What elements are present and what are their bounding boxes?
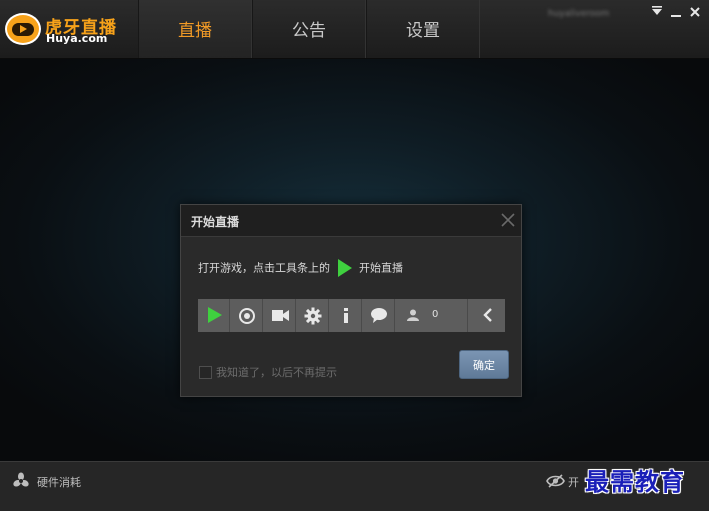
toolbar-collapse-button[interactable] xyxy=(469,299,505,332)
tab-settings[interactable]: 设置 xyxy=(366,0,480,58)
toolbar-viewer-count[interactable]: 0 xyxy=(396,299,468,332)
toolbar-chat-button[interactable] xyxy=(363,299,395,332)
huya-logo-icon xyxy=(5,13,41,45)
dont-remind-label[interactable]: 我知道了，以后不再提示 xyxy=(216,364,337,380)
dropdown-arrow-icon[interactable] xyxy=(649,5,664,21)
confirm-button[interactable]: 确定 xyxy=(459,350,509,379)
play-icon xyxy=(338,258,352,277)
record-icon xyxy=(239,308,255,324)
account-name[interactable]: huyaliveroom xyxy=(548,9,638,21)
logo-subtext: Huya.com xyxy=(46,32,108,45)
dialog-close-icon[interactable] xyxy=(499,211,517,229)
minimize-icon[interactable] xyxy=(668,5,683,21)
user-icon xyxy=(407,309,419,321)
chevron-left-icon xyxy=(483,308,492,322)
dialog-title: 开始直播 xyxy=(191,215,240,229)
title-bar: 虎牙直播 Huya.com 直播 公告 设置 huyaliveroom xyxy=(0,0,709,59)
play-icon xyxy=(208,307,222,323)
fan-icon xyxy=(13,472,29,487)
settings-icon xyxy=(304,307,322,325)
instruction-prefix: 打开游戏，点击工具条上的 xyxy=(198,261,330,275)
watermark-text: 最需教育 xyxy=(585,467,685,496)
chat-icon xyxy=(371,308,387,323)
instruction-suffix: 开始直播 xyxy=(359,261,403,275)
toolbar-record-button[interactable] xyxy=(231,299,263,332)
toolbar-info-button[interactable] xyxy=(330,299,362,332)
dialog-header: 开始直播 xyxy=(181,205,521,237)
huya-live-window: 虎牙直播 Huya.com 直播 公告 设置 huyaliveroom 开始直播… xyxy=(0,0,709,511)
dialog-instruction: 打开游戏，点击工具条上的 开始直播 xyxy=(198,257,403,277)
toolbar-play-button[interactable] xyxy=(198,299,230,332)
tab-live[interactable]: 直播 xyxy=(138,0,252,58)
camera-icon xyxy=(272,310,289,321)
eye-icon xyxy=(546,474,565,488)
footer-toggle-label: 开 xyxy=(568,476,579,489)
toolbar-camera-button[interactable] xyxy=(264,299,296,332)
close-icon[interactable] xyxy=(687,5,702,21)
hardware-usage-label: 硬件消耗 xyxy=(37,476,81,489)
tab-announcement[interactable]: 公告 xyxy=(252,0,366,58)
info-icon xyxy=(344,308,348,323)
live-toolbar: 0 xyxy=(198,299,505,332)
toolbar-settings-button[interactable] xyxy=(297,299,329,332)
dont-remind-checkbox[interactable] xyxy=(199,366,212,379)
start-live-dialog: 开始直播 打开游戏，点击工具条上的 开始直播 0 我知道了，以后不再提示 确定 xyxy=(180,204,522,397)
viewer-count: 0 xyxy=(432,309,439,320)
huya-logo: 虎牙直播 Huya.com xyxy=(5,10,135,50)
